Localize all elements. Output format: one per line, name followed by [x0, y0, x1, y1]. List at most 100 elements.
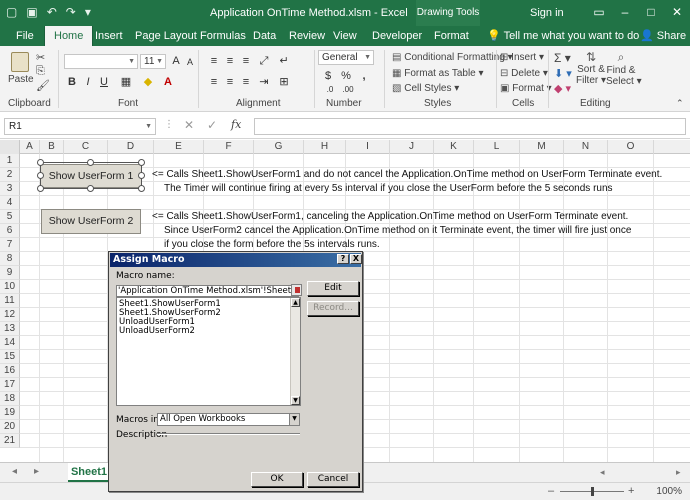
row-header[interactable]: 15 — [0, 350, 20, 364]
column-header[interactable]: D — [108, 140, 154, 154]
refedit-icon[interactable] — [291, 284, 302, 296]
dialog-title[interactable]: Assign Macro — [110, 253, 361, 267]
align-center-icon[interactable]: ≡ — [222, 74, 238, 90]
row-header[interactable]: 8 — [0, 252, 20, 266]
row-header[interactable]: 20 — [0, 420, 20, 434]
wrap-text-icon[interactable]: ↵ — [276, 53, 292, 69]
row-header[interactable]: 13 — [0, 322, 20, 336]
align-top-icon[interactable]: ≡ — [206, 53, 222, 69]
formula-input[interactable] — [254, 118, 686, 135]
macro-list[interactable]: Sheet1.ShowUserForm1 Sheet1.ShowUserForm… — [116, 297, 301, 406]
tell-me-search[interactable]: 💡 Tell me what you want to do — [487, 26, 639, 46]
column-header[interactable]: F — [204, 140, 254, 154]
collapse-ribbon-icon[interactable]: ⌃ — [676, 98, 684, 109]
row-header[interactable]: 3 — [0, 182, 20, 196]
orientation-icon[interactable]: ⤢ — [256, 53, 272, 69]
undo-icon[interactable]: ↶ — [47, 5, 57, 19]
help-button[interactable]: ? — [337, 254, 349, 264]
enter-check-icon[interactable]: ✓ — [207, 118, 217, 132]
comma-style-icon[interactable]: , — [356, 68, 372, 84]
tab-view[interactable]: View — [333, 26, 357, 46]
redo-icon[interactable]: ↷ — [66, 5, 76, 19]
tab-data[interactable]: Data — [253, 26, 276, 46]
bold-button[interactable]: B — [64, 74, 80, 90]
tab-developer[interactable]: Developer — [372, 26, 422, 46]
row-header[interactable]: 18 — [0, 392, 20, 406]
conditional-formatting-button[interactable]: ▤ Conditional Formatting ▾ — [392, 52, 513, 63]
underline-button[interactable]: U — [96, 74, 112, 90]
resize-handle[interactable] — [37, 172, 44, 179]
resize-handle[interactable] — [87, 185, 94, 192]
row-header[interactable]: 12 — [0, 308, 20, 322]
ok-button[interactable]: OK — [251, 472, 303, 487]
column-header[interactable]: E — [154, 140, 204, 154]
autosum-icon[interactable]: Σ ▾ — [554, 51, 571, 65]
zoom-in-icon[interactable]: + — [628, 485, 634, 497]
indent-icon[interactable]: ⇥ — [256, 74, 272, 90]
sort-filter-button[interactable]: ⇅ Sort & Filter ▾ — [576, 50, 606, 86]
ribbon-display-icon[interactable]: ▭ — [586, 0, 612, 26]
autosave-icon[interactable]: ▢ — [6, 5, 17, 19]
column-header[interactable]: N — [564, 140, 608, 154]
borders-icon[interactable]: ▦ — [118, 74, 134, 90]
row-header[interactable]: 1 — [0, 154, 20, 168]
column-header[interactable]: H — [304, 140, 346, 154]
increase-decimal-icon[interactable]: .0 — [322, 82, 338, 98]
italic-button[interactable]: I — [80, 74, 96, 90]
resize-handle[interactable] — [37, 159, 44, 166]
column-header[interactable]: B — [40, 140, 64, 154]
resize-handle[interactable] — [138, 159, 145, 166]
zoom-level[interactable]: 100% — [656, 486, 682, 497]
row-header[interactable]: 9 — [0, 266, 20, 280]
align-middle-icon[interactable]: ≡ — [222, 53, 238, 69]
row-header[interactable]: 2 — [0, 168, 20, 182]
resize-handle[interactable] — [87, 159, 94, 166]
column-header[interactable]: G — [254, 140, 304, 154]
show-userform2-button[interactable]: Show UserForm 2 — [41, 209, 141, 234]
clear-icon[interactable]: ◆ ▾ — [554, 82, 571, 95]
fill-color-icon[interactable]: ◆ — [140, 74, 156, 90]
tab-formulas[interactable]: Formulas — [200, 26, 246, 46]
customize-qat-icon[interactable]: ▾ — [85, 5, 91, 19]
macro-item[interactable]: UnloadUserForm2 — [119, 327, 195, 336]
row-header[interactable]: 14 — [0, 336, 20, 350]
dropdown-arrow-icon[interactable]: ▼ — [289, 414, 299, 425]
row-header[interactable]: 16 — [0, 364, 20, 378]
column-header[interactable]: M — [520, 140, 564, 154]
row-header[interactable]: 11 — [0, 294, 20, 308]
tab-insert[interactable]: Insert — [95, 26, 123, 46]
tab-page-layout[interactable]: Page Layout — [135, 26, 197, 46]
tab-home[interactable]: Home — [44, 26, 94, 47]
cancel-button[interactable]: Cancel — [307, 472, 359, 487]
row-header[interactable]: 4 — [0, 196, 20, 210]
row-header[interactable]: 21 — [0, 434, 20, 448]
paste-button[interactable]: Paste — [8, 52, 34, 92]
column-header[interactable]: C — [64, 140, 108, 154]
font-color-icon[interactable]: A — [160, 74, 176, 90]
row-header[interactable]: 5 — [0, 210, 20, 224]
decrease-font-icon[interactable]: A — [182, 54, 198, 70]
macros-in-select[interactable]: All Open Workbooks ▼ — [157, 413, 300, 426]
row-header[interactable]: 6 — [0, 224, 20, 238]
number-format-select[interactable]: General ▼ — [318, 50, 374, 65]
save-icon[interactable]: ▣ — [26, 5, 37, 19]
tab-format[interactable]: Format — [434, 26, 469, 46]
column-header[interactable]: K — [434, 140, 474, 154]
resize-handle[interactable] — [138, 172, 145, 179]
maximize-button[interactable]: □ — [638, 0, 664, 26]
column-header[interactable]: O — [608, 140, 654, 154]
name-box[interactable]: R1 ▼ — [4, 118, 156, 135]
insert-cells-button[interactable]: ⊞ Insert ▾ — [500, 52, 544, 63]
select-all-corner[interactable] — [0, 140, 20, 154]
list-scrollbar[interactable]: ▲ ▼ — [290, 298, 300, 405]
column-header[interactable]: J — [390, 140, 434, 154]
zoom-out-icon[interactable]: – — [548, 485, 554, 497]
row-header[interactable]: 19 — [0, 406, 20, 420]
insert-function-icon[interactable]: fx — [231, 118, 241, 131]
minimize-button[interactable]: – — [612, 0, 638, 26]
dialog-close-button[interactable]: X — [350, 254, 362, 264]
cut-icon[interactable]: ✂ — [36, 51, 45, 64]
align-bottom-icon[interactable]: ≡ — [238, 53, 254, 69]
edit-button[interactable]: Edit — [307, 281, 359, 296]
scroll-up-icon[interactable]: ▲ — [291, 298, 300, 307]
